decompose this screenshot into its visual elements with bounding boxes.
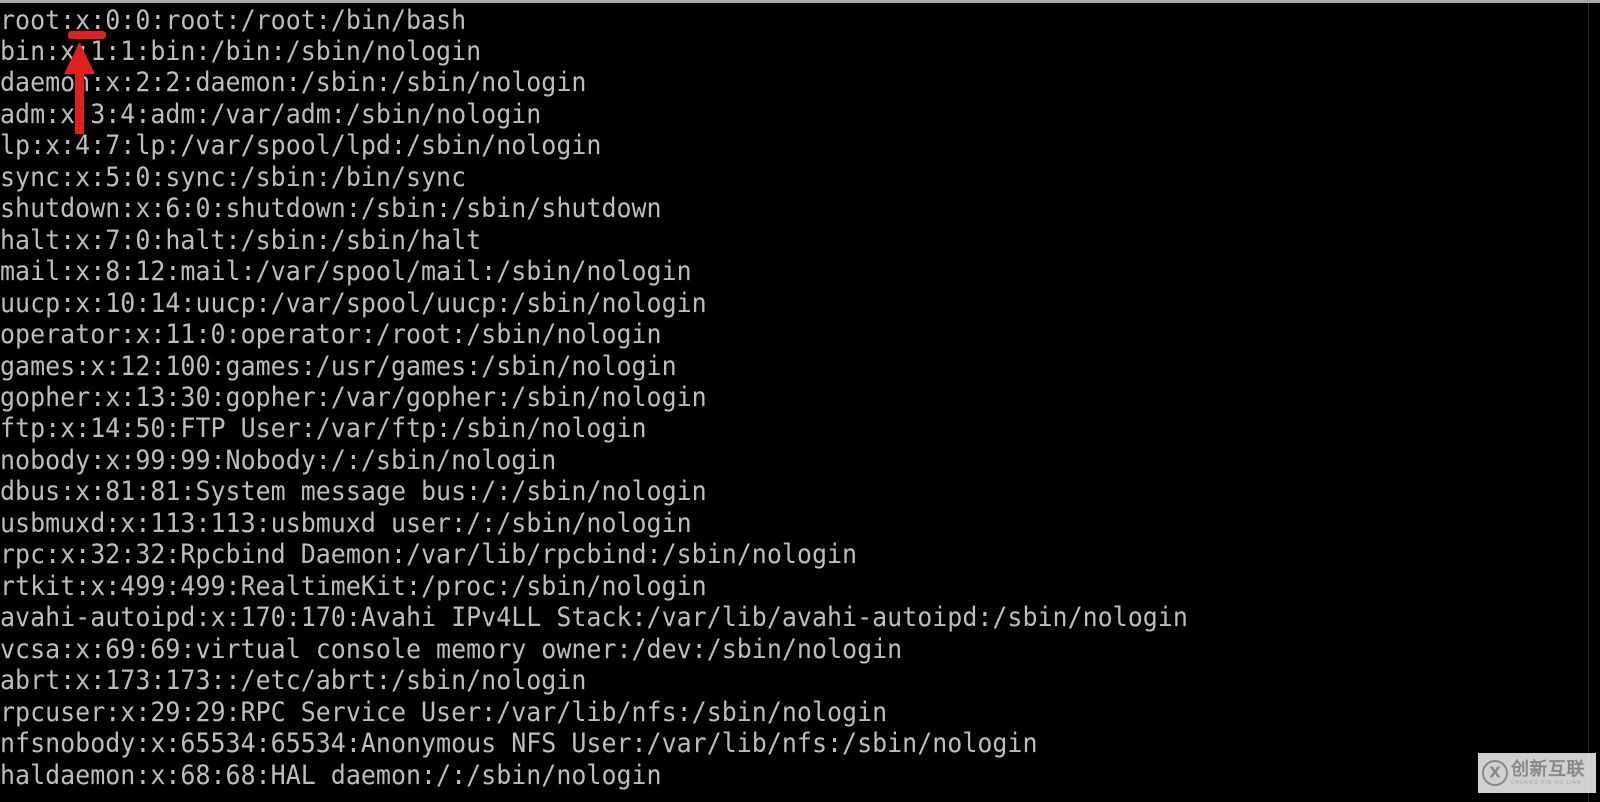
passwd-line: games:x:12:100:games:/usr/games:/sbin/no… — [0, 351, 677, 382]
watermark-logo-icon — [1482, 760, 1508, 786]
passwd-line: abrt:x:173:173::/etc/abrt:/sbin/nologin — [0, 665, 587, 696]
passwd-line: daemon:x:2:2:daemon:/sbin:/sbin/nologin — [0, 67, 587, 98]
passwd-line: root:x:0:0:root:/root:/bin/bash — [0, 5, 467, 36]
passwd-line: adm:x:3:4:adm:/var/adm:/sbin/nologin — [0, 99, 542, 130]
passwd-line: rpc:x:32:32:Rpcbind Daemon:/var/lib/rpcb… — [0, 539, 858, 570]
watermark-chinese-text: 创新互联 — [1511, 758, 1585, 780]
console-output-area[interactable]: root:x:0:0:root:/root:/bin/bash bin:x:1:… — [0, 3, 1588, 802]
passwd-line: avahi-autoipd:x:170:170:Avahi IPv4LL Sta… — [0, 602, 1188, 633]
passwd-line: lp:x:4:7:lp:/var/spool/lpd:/sbin/nologin — [0, 130, 602, 161]
passwd-line: usbmuxd:x:113:113:usbmuxd user:/:/sbin/n… — [0, 508, 692, 539]
passwd-line: rpcuser:x:29:29:RPC Service User:/var/li… — [0, 697, 888, 728]
passwd-line: haldaemon:x:68:68:HAL daemon:/:/sbin/nol… — [0, 760, 662, 791]
watermark-pinyin-text: CHUANG XIN HU LIAN — [1511, 779, 1582, 786]
window-right-edge — [1588, 3, 1589, 802]
passwd-line: vcsa:x:69:69:virtual console memory owne… — [0, 634, 903, 665]
passwd-line: bin:x:1:1:bin:/bin:/sbin/nologin — [0, 36, 482, 67]
passwd-line: nobody:x:99:99:Nobody:/:/sbin/nologin — [0, 445, 557, 476]
watermark: 创新互联 CHUANG XIN HU LIAN — [1478, 753, 1596, 793]
terminal-screen: root:x:0:0:root:/root:/bin/bash bin:x:1:… — [0, 0, 1600, 802]
passwd-line: dbus:x:81:81:System message bus:/:/sbin/… — [0, 476, 707, 507]
passwd-line: halt:x:7:0:halt:/sbin:/sbin/halt — [0, 225, 482, 256]
watermark-text: 创新互联 CHUANG XIN HU LIAN — [1511, 758, 1585, 786]
passwd-line: ftp:x:14:50:FTP User:/var/ftp:/sbin/nolo… — [0, 413, 647, 444]
passwd-line: operator:x:11:0:operator:/root:/sbin/nol… — [0, 319, 662, 350]
passwd-line: uucp:x:10:14:uucp:/var/spool/uucp:/sbin/… — [0, 288, 707, 319]
passwd-line: mail:x:8:12:mail:/var/spool/mail:/sbin/n… — [0, 256, 692, 287]
passwd-line: sync:x:5:0:sync:/sbin:/bin/sync — [0, 162, 467, 193]
passwd-line: rtkit:x:499:499:RealtimeKit:/proc:/sbin/… — [0, 571, 707, 602]
passwd-line: gopher:x:13:30:gopher:/var/gopher:/sbin/… — [0, 382, 707, 413]
passwd-line: shutdown:x:6:0:shutdown:/sbin:/sbin/shut… — [0, 193, 662, 224]
passwd-line: nfsnobody:x:65534:65534:Anonymous NFS Us… — [0, 728, 1038, 759]
